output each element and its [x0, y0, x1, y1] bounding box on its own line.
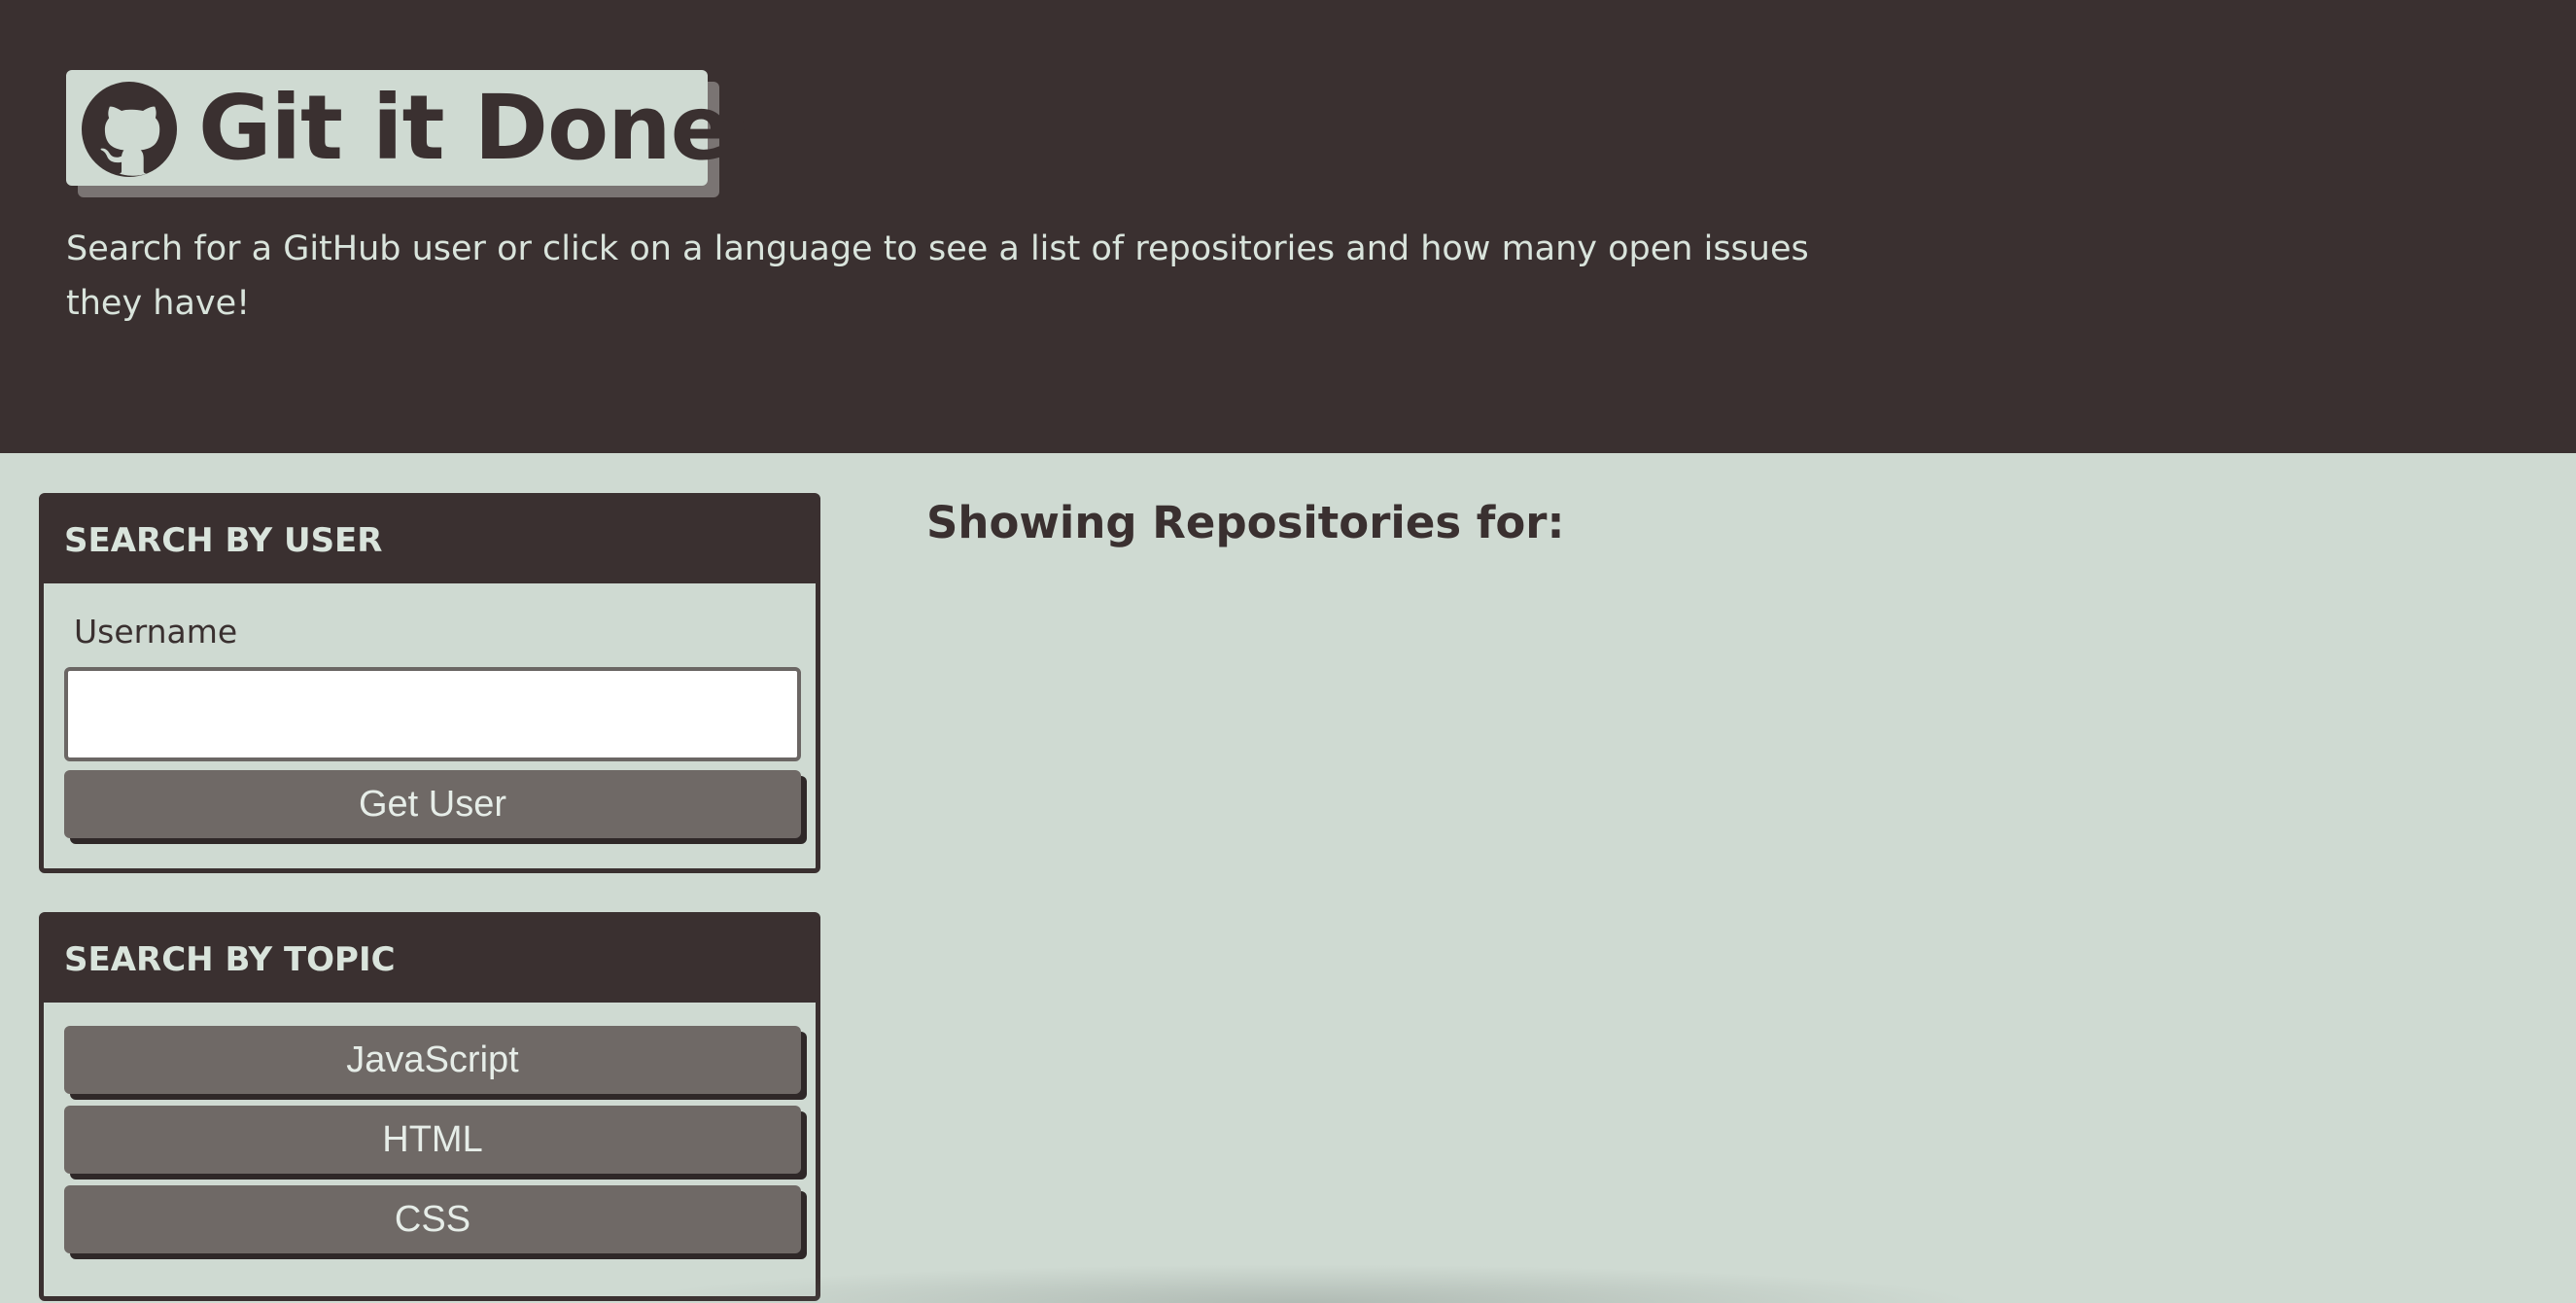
bottom-shadow — [622, 1264, 1983, 1303]
get-user-button[interactable]: Get User — [64, 770, 801, 838]
username-input[interactable] — [64, 667, 801, 761]
page-header: Git it Done! Search for a GitHub user or… — [0, 0, 2576, 453]
language-button-javascript[interactable]: JavaScript — [64, 1026, 801, 1094]
app-logo: Git it Done! — [66, 70, 771, 186]
repo-results-heading: Showing Repositories for: — [926, 497, 1565, 548]
language-button-html[interactable]: HTML — [64, 1106, 801, 1174]
search-by-topic-panel: SEARCH BY TOPIC JavaScript HTML CSS — [39, 912, 820, 1301]
page-subtitle: Search for a GitHub user or click on a l… — [66, 229, 1809, 323]
username-label: Username — [74, 613, 238, 651]
search-by-user-heading: SEARCH BY USER — [44, 498, 816, 583]
search-by-user-panel: SEARCH BY USER Username Get User — [39, 493, 820, 873]
search-by-topic-heading: SEARCH BY TOPIC — [44, 917, 816, 1003]
language-button-css[interactable]: CSS — [64, 1185, 801, 1253]
app-title: Git it Done! — [198, 76, 771, 180]
github-icon — [82, 82, 177, 177]
